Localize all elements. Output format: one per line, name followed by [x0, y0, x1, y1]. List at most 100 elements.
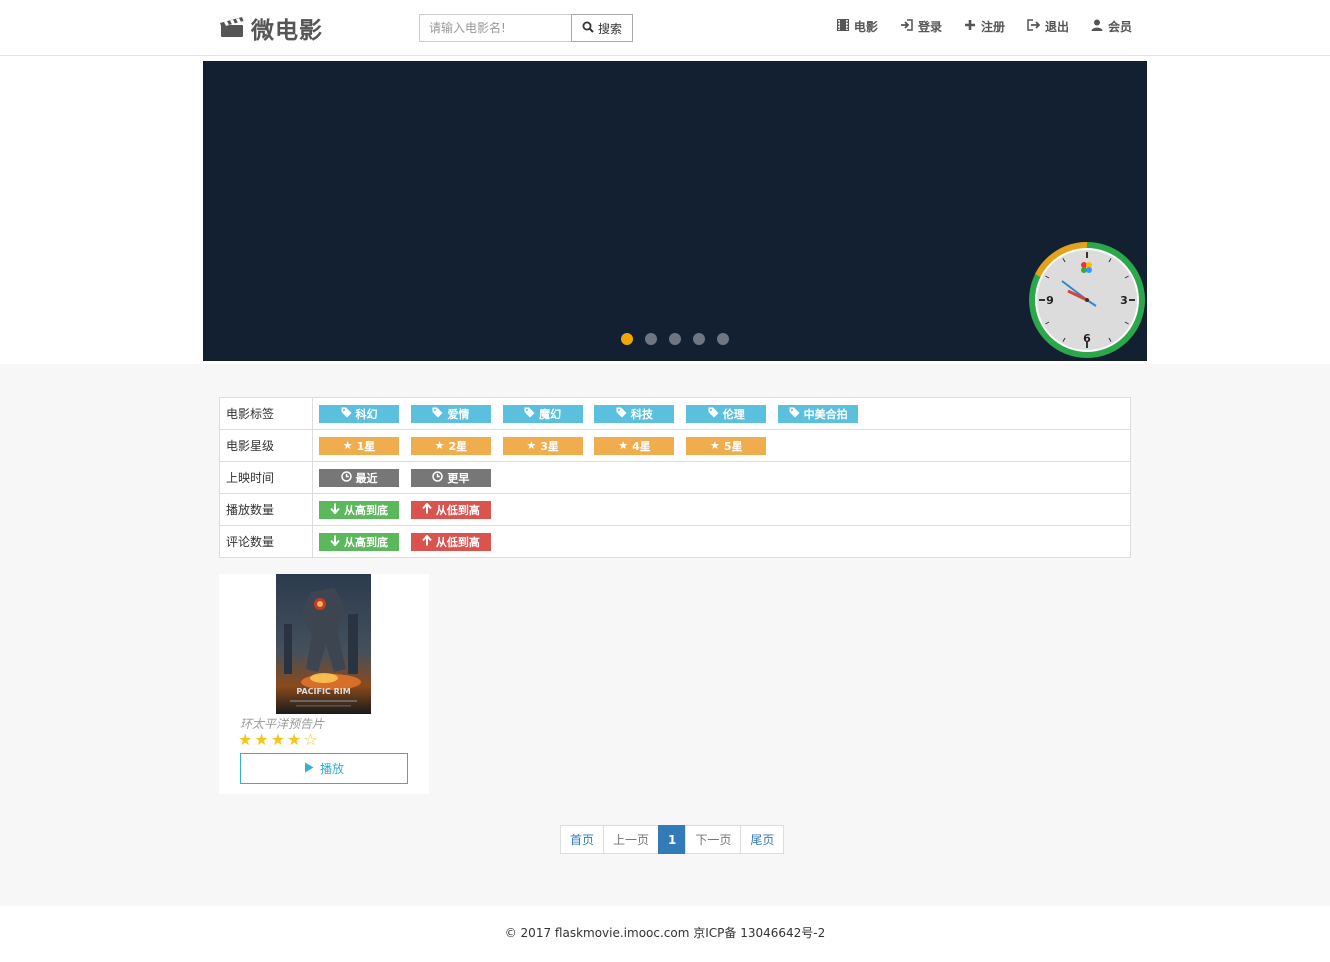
carousel[interactable]: 3 6 9	[203, 61, 1147, 361]
search-input[interactable]	[419, 14, 571, 42]
carousel-dot[interactable]	[693, 333, 705, 345]
star-empty-icon: ☆	[303, 730, 318, 749]
tag-option-scifi[interactable]: 科幻	[319, 404, 399, 423]
page-last[interactable]: 尾页	[740, 825, 785, 854]
tag-option-coproduction[interactable]: 中美合拍	[778, 404, 859, 423]
filter-options: 从高到底 从低到高	[312, 525, 1131, 558]
footer-copyright: © 2017 flaskmovie.imooc.com 京ICP备 130466…	[504, 926, 826, 940]
clock-icon	[432, 470, 444, 485]
pagination: 首页 上一页 1 下一页 尾页	[560, 825, 785, 854]
carousel-dot[interactable]	[669, 333, 681, 345]
filter-options: 从高到底 从低到高	[312, 493, 1131, 526]
clock-numeral-3: 3	[1120, 294, 1128, 307]
search-button[interactable]: 搜索	[571, 14, 633, 42]
star-option-2[interactable]: ★ 2星	[410, 436, 491, 455]
logout-icon	[1027, 19, 1041, 34]
filter-row-tags: 电影标签 科幻 爱情 魔幻 科技 伦理 中美合拍	[219, 397, 1131, 430]
page-current[interactable]: 1	[658, 825, 687, 854]
brand-name: 微电影	[251, 18, 323, 44]
movie-poster[interactable]: PACIFIC RIM	[276, 574, 371, 714]
filter-row-release: 上映时间 最近 更早	[219, 461, 1131, 494]
tag-icon	[341, 407, 352, 421]
tag-icon	[708, 407, 719, 421]
arrow-down-icon	[330, 535, 340, 549]
login-icon	[900, 19, 913, 34]
movie-rating: ★ ★ ★ ★ ☆	[238, 730, 318, 749]
release-option-earlier[interactable]: 更早	[410, 468, 491, 487]
poster-title: PACIFIC RIM	[296, 687, 350, 696]
filter-row-stars: 电影星级 ★ 1星 ★ 2星 ★ 3星 ★ 4星 ★ 5星	[219, 429, 1131, 462]
carousel-dot[interactable]	[621, 333, 633, 345]
navbar: 微电影 搜索 电影 登录 注册	[0, 0, 1330, 56]
filter-label: 评论数量	[219, 525, 313, 558]
carousel-dot[interactable]	[717, 333, 729, 345]
nav-logout[interactable]: 退出	[1027, 18, 1069, 35]
nav-register[interactable]: 注册	[964, 18, 1005, 35]
nav-movies-label: 电影	[853, 20, 878, 34]
nav-member-label: 会员	[1107, 20, 1132, 34]
comments-option-asc[interactable]: 从低到高	[410, 532, 491, 551]
page-first[interactable]: 首页	[560, 825, 605, 854]
star-option-4[interactable]: ★ 4星	[594, 436, 675, 455]
nav-login-label: 登录	[917, 20, 942, 34]
search-box: 搜索	[419, 14, 633, 42]
star-icon: ★	[618, 439, 629, 452]
plays-option-asc[interactable]: 从低到高	[410, 500, 491, 519]
arrow-down-icon	[330, 503, 340, 517]
carousel-dot[interactable]	[645, 333, 657, 345]
search-button-label: 搜索	[597, 21, 622, 36]
star-filled-icon: ★	[254, 730, 269, 749]
star-option-1[interactable]: ★ 1星	[319, 436, 399, 455]
play-button[interactable]: 播放	[240, 753, 408, 784]
filter-options: 科幻 爱情 魔幻 科技 伦理 中美合拍	[312, 397, 1131, 430]
star-filled-icon: ★	[287, 730, 302, 749]
tag-option-ethics[interactable]: 伦理	[686, 404, 767, 423]
tag-option-tech[interactable]: 科技	[594, 404, 675, 423]
filter-label: 电影星级	[219, 429, 313, 462]
star-filled-icon: ★	[270, 730, 286, 749]
clock-icon	[340, 470, 352, 485]
footer: © 2017 flaskmovie.imooc.com 京ICP备 130466…	[0, 906, 1330, 962]
star-filled-icon: ★	[238, 730, 253, 749]
comments-option-desc[interactable]: 从高到底	[319, 532, 399, 551]
filter-options: 最近 更早	[312, 461, 1131, 494]
carousel-indicators	[621, 333, 729, 345]
tag-icon	[616, 407, 627, 421]
filter-row-comments: 评论数量 从高到底 从低到高	[219, 525, 1131, 558]
tag-option-romance[interactable]: 爱情	[410, 404, 491, 423]
arrow-up-icon	[422, 501, 432, 517]
nav-register-label: 注册	[980, 20, 1005, 34]
nav-member[interactable]: 会员	[1091, 18, 1132, 35]
filter-table: 电影标签 科幻 爱情 魔幻 科技 伦理 中美合拍 电影星级 ★ 1星 ★ 2星 ★ 3…	[219, 397, 1131, 558]
plus-icon	[964, 19, 976, 34]
nav-movies[interactable]: 电影	[836, 18, 878, 35]
star-icon: ★	[434, 439, 445, 452]
filter-row-plays: 播放数量 从高到底 从低到高	[219, 493, 1131, 526]
film-icon	[836, 18, 850, 34]
user-icon	[1091, 19, 1103, 34]
page-prev[interactable]: 上一页	[603, 825, 660, 854]
clock-widget: 3 6 9	[1026, 239, 1147, 361]
arrow-up-icon	[422, 533, 432, 549]
tag-option-fantasy[interactable]: 魔幻	[502, 404, 583, 423]
star-icon: ★	[342, 439, 353, 452]
brand[interactable]: 微电影	[219, 12, 323, 44]
tag-icon	[432, 407, 443, 421]
plays-option-desc[interactable]: 从高到底	[319, 500, 399, 519]
clock-numeral-6: 6	[1083, 332, 1091, 345]
tag-icon	[789, 407, 800, 421]
nav-logout-label: 退出	[1044, 20, 1069, 34]
filter-label: 电影标签	[219, 397, 313, 430]
star-icon: ★	[526, 439, 537, 452]
release-option-recent[interactable]: 最近	[319, 468, 399, 487]
play-button-label: 播放	[319, 762, 344, 776]
star-option-5[interactable]: ★ 5星	[686, 436, 767, 455]
tag-icon	[524, 407, 535, 421]
nav-links: 电影 登录 注册 退出 会员	[836, 18, 1132, 35]
star-option-3[interactable]: ★ 3星	[502, 436, 583, 455]
page-next[interactable]: 下一页	[685, 825, 742, 854]
play-icon	[304, 762, 314, 776]
star-icon: ★	[710, 439, 720, 452]
nav-login[interactable]: 登录	[900, 18, 942, 35]
search-icon	[582, 21, 594, 36]
